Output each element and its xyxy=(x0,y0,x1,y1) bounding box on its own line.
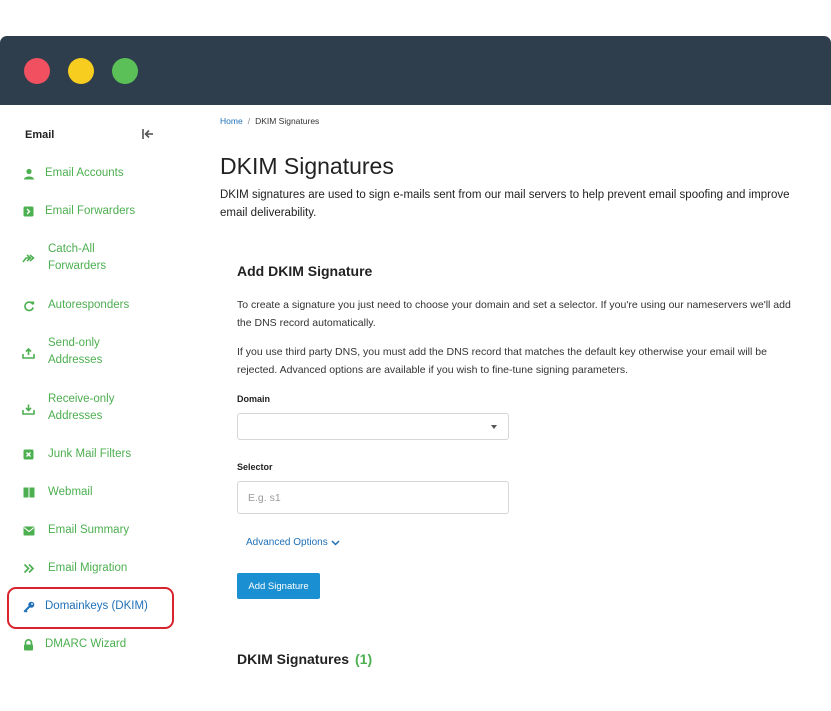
junk-box-icon xyxy=(21,447,36,462)
selector-input[interactable] xyxy=(237,481,509,514)
sidebar-item-send-only-addresses[interactable]: Send-only Addresses xyxy=(0,335,180,370)
signatures-heading: DKIM Signatures (1) xyxy=(237,651,372,667)
sidebar-item-label: Receive-only Addresses xyxy=(48,393,115,422)
sidebar-item-label: Junk Mail Filters xyxy=(48,448,132,460)
sidebar-item-receive-only-addresses[interactable]: Receive-only Addresses xyxy=(0,391,180,426)
maximize-window-button[interactable] xyxy=(112,58,138,84)
sidebar-item-label: Email Forwarders xyxy=(45,205,136,217)
selector-label: Selector xyxy=(237,462,273,472)
sidebar-item-autoresponders[interactable]: Autoresponders xyxy=(0,297,180,314)
sidebar-item-label: Email Summary xyxy=(48,524,130,536)
page-title: DKIM Signatures xyxy=(220,153,394,179)
minimize-window-button[interactable] xyxy=(68,58,94,84)
sidebar-item-label: Catch-All Forwarders xyxy=(48,243,107,272)
key-icon xyxy=(21,599,36,614)
collapse-sidebar-icon[interactable] xyxy=(140,126,156,142)
advanced-options-label: Advanced Options xyxy=(246,537,328,548)
signatures-count: (1) xyxy=(355,651,373,667)
domain-label: Domain xyxy=(237,394,271,404)
sidebar-item-webmail[interactable]: Webmail xyxy=(0,484,180,501)
download-tray-icon xyxy=(21,401,36,416)
sidebar-item-junk-mail-filters[interactable]: Junk Mail Filters xyxy=(0,446,180,463)
double-arrow-icon xyxy=(21,251,36,266)
sidebar-item-label: DMARC Wizard xyxy=(45,638,127,650)
sidebar-item-label: Send-only Addresses xyxy=(48,337,103,366)
form-instructions-1: To create a signature you just need to c… xyxy=(237,299,791,329)
sidebar-item-email-migration[interactable]: Email Migration xyxy=(0,560,180,577)
sidebar-item-catch-all-forwarders[interactable]: Catch-All Forwarders xyxy=(0,241,180,276)
sidebar-item-label: Domainkeys (DKIM) xyxy=(45,600,148,612)
package-icon xyxy=(21,485,36,500)
signatures-heading-text: DKIM Signatures xyxy=(237,651,350,667)
add-signature-button[interactable]: Add Signature xyxy=(237,573,320,599)
sidebar-item-label: Autoresponders xyxy=(48,299,130,311)
sidebar-item-email-forwarders[interactable]: Email Forwarders xyxy=(0,203,180,220)
sidebar-heading: Email xyxy=(25,129,55,141)
envelope-icon xyxy=(21,523,36,538)
close-window-button[interactable] xyxy=(24,58,50,84)
form-title: Add DKIM Signature xyxy=(237,263,373,279)
forward-box-icon xyxy=(21,204,36,219)
breadcrumb-separator: / xyxy=(247,116,251,126)
breadcrumb-home-link[interactable]: Home xyxy=(220,116,243,126)
user-icon xyxy=(21,166,36,181)
sidebar-item-label: Webmail xyxy=(48,486,93,498)
page-description: DKIM signatures are used to sign e-mails… xyxy=(220,189,790,219)
lock-icon xyxy=(21,637,36,652)
breadcrumb: Home / DKIM Signatures xyxy=(220,116,319,126)
window-titlebar xyxy=(0,36,831,105)
upload-tray-icon xyxy=(21,345,36,360)
sidebar-item-email-summary[interactable]: Email Summary xyxy=(0,522,180,539)
sidebar-item-domainkeys-dkim[interactable]: Domainkeys (DKIM) xyxy=(0,598,180,615)
domain-select[interactable] xyxy=(237,413,509,440)
form-instructions-2: If you use third party DNS, you must add… xyxy=(237,346,767,376)
sidebar: Email Email Accounts Email Forwarders Ca… xyxy=(0,105,180,711)
caret-down-icon xyxy=(491,425,497,429)
sidebar-item-label: Email Migration xyxy=(48,562,128,574)
chevron-down-icon xyxy=(331,539,340,546)
sidebar-item-label: Email Accounts xyxy=(45,167,124,179)
chevrons-right-icon xyxy=(21,561,36,576)
sidebar-item-dmarc-wizard[interactable]: DMARC Wizard xyxy=(0,636,180,653)
refresh-icon xyxy=(21,298,36,313)
advanced-options-toggle[interactable]: Advanced Options xyxy=(246,537,340,548)
breadcrumb-current: DKIM Signatures xyxy=(255,116,320,126)
sidebar-item-email-accounts[interactable]: Email Accounts xyxy=(0,165,180,182)
